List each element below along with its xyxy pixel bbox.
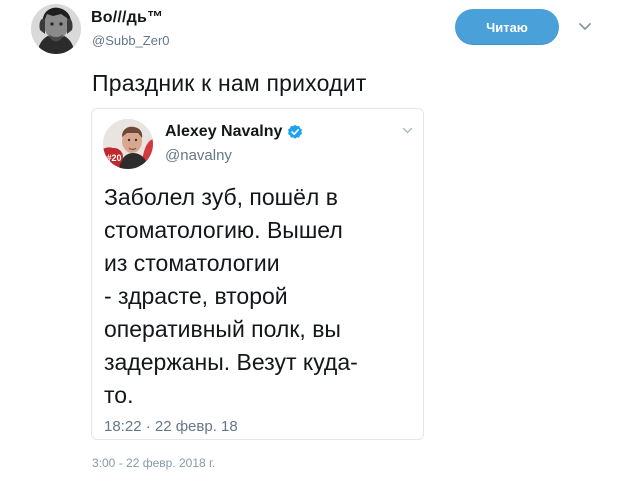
tweet-card: Во///дь™ @Subb_Zer0 Читаю Праздник к нам… — [0, 0, 624, 495]
quoted-author-name[interactable]: Alexey Navalny — [165, 123, 303, 141]
author-handle[interactable]: @Subb_Zer0 — [92, 33, 170, 48]
author-display-name[interactable]: Во///дь™ — [91, 9, 163, 27]
profile-photo-icon: #20 — [103, 119, 153, 169]
quoted-tweet-time[interactable]: 18:22 · 22 февр. 18 — [104, 418, 238, 435]
following-button[interactable]: Читаю — [455, 9, 559, 45]
quoted-author-handle[interactable]: @navalny — [165, 147, 232, 164]
quoted-tweet[interactable]: #20 Alexey Navalny @navalny Заболел зуб,… — [91, 108, 424, 440]
quoted-tweet-text: Заболел зуб, пошёл в стоматологию. Вышел… — [104, 184, 358, 408]
quoted-author-avatar[interactable]: #20 — [103, 119, 153, 169]
author-avatar[interactable] — [31, 4, 81, 54]
verified-badge-icon — [288, 124, 303, 139]
tweet-timestamp[interactable]: 3:00 - 22 февр. 2018 г. — [92, 456, 215, 470]
portrait-avatar-icon — [31, 4, 81, 54]
tweet-text: Праздник к нам приходит — [92, 70, 367, 96]
avatar-badge-text: #20 — [106, 153, 121, 163]
quoted-display-name[interactable]: Alexey Navalny — [165, 123, 282, 141]
chevron-down-icon[interactable] — [578, 22, 592, 32]
quoted-chevron-down-icon[interactable] — [402, 127, 413, 135]
